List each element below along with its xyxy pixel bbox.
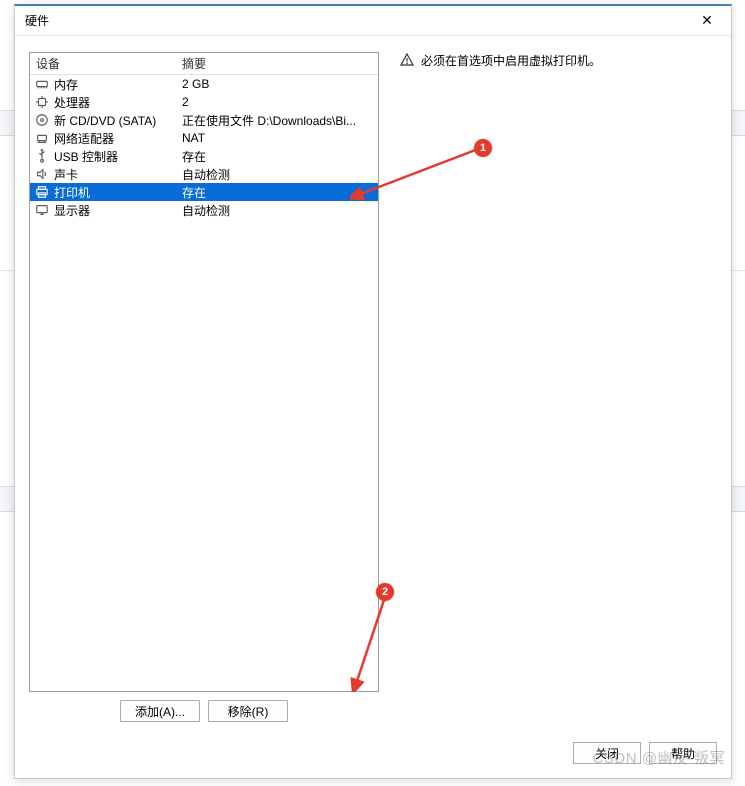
device-summary: 正在使用文件 D:\Downloads\Bi... (180, 112, 378, 129)
device-summary: 存在 (180, 148, 378, 165)
network-icon (34, 130, 50, 146)
dialog-content: 设备 摘要 内存 2 GB 处理器 2 新 CD/DVD (SATA) 正在使用文件 D:… (29, 52, 717, 728)
device-name: 内存 (54, 76, 78, 93)
watermark: CSDN @幽反-叛冥 (593, 747, 725, 768)
device-row[interactable]: 网络适配器 NAT (30, 129, 378, 147)
device-row[interactable]: 处理器 2 (30, 93, 378, 111)
close-button[interactable]: ✕ (691, 9, 723, 33)
display-icon (34, 202, 50, 218)
column-device[interactable]: 设备 (30, 55, 180, 72)
dialog-title: 硬件 (23, 12, 691, 29)
device-row[interactable]: 显示器 自动检测 (30, 201, 378, 219)
disc-icon (34, 112, 50, 128)
device-name: USB 控制器 (54, 148, 118, 165)
info-message: 必须在首选项中启用虚拟打印机。 (421, 52, 601, 69)
device-list-panel: 设备 摘要 内存 2 GB 处理器 2 新 CD/DVD (SATA) 正在使用文件 D:… (29, 52, 379, 692)
callout-2: 2 (376, 583, 394, 601)
device-name: 声卡 (54, 166, 78, 183)
device-row[interactable]: 新 CD/DVD (SATA) 正在使用文件 D:\Downloads\Bi... (30, 111, 378, 129)
device-list-header: 设备 摘要 (30, 53, 378, 75)
detail-panel: 必须在首选项中启用虚拟打印机。 (399, 52, 717, 728)
device-buttons: 添加(A)... 移除(R) (29, 700, 379, 722)
usb-icon (34, 148, 50, 164)
device-summary: 2 (180, 95, 378, 109)
device-name: 处理器 (54, 94, 90, 111)
device-row[interactable]: USB 控制器 存在 (30, 147, 378, 165)
device-summary: 存在 (180, 184, 378, 201)
device-row[interactable]: 声卡 自动检测 (30, 165, 378, 183)
hardware-dialog: 硬件 ✕ 设备 摘要 内存 2 GB 处理器 2 新 CD/DVD (SATA) 正在使用… (14, 4, 732, 779)
warning-icon (399, 52, 415, 68)
device-summary: NAT (180, 131, 378, 145)
device-summary: 自动检测 (180, 202, 378, 219)
memory-icon (34, 76, 50, 92)
callout-1: 1 (474, 139, 492, 157)
add-button[interactable]: 添加(A)... (120, 700, 200, 722)
sound-icon (34, 166, 50, 182)
device-row[interactable]: 打印机 存在 (30, 183, 378, 201)
close-icon: ✕ (701, 12, 713, 29)
titlebar: 硬件 ✕ (15, 6, 731, 36)
device-name: 网络适配器 (54, 130, 114, 147)
info-message-row: 必须在首选项中启用虚拟打印机。 (399, 52, 717, 69)
device-name: 打印机 (54, 184, 90, 201)
device-summary: 自动检测 (180, 166, 378, 183)
device-name: 显示器 (54, 202, 90, 219)
device-name: 新 CD/DVD (SATA) (54, 112, 156, 129)
cpu-icon (34, 94, 50, 110)
printer-icon (34, 184, 50, 200)
remove-button[interactable]: 移除(R) (208, 700, 288, 722)
column-summary[interactable]: 摘要 (180, 55, 378, 72)
device-row[interactable]: 内存 2 GB (30, 75, 378, 93)
device-rows: 内存 2 GB 处理器 2 新 CD/DVD (SATA) 正在使用文件 D:\Downl… (30, 75, 378, 219)
device-summary: 2 GB (180, 77, 378, 91)
